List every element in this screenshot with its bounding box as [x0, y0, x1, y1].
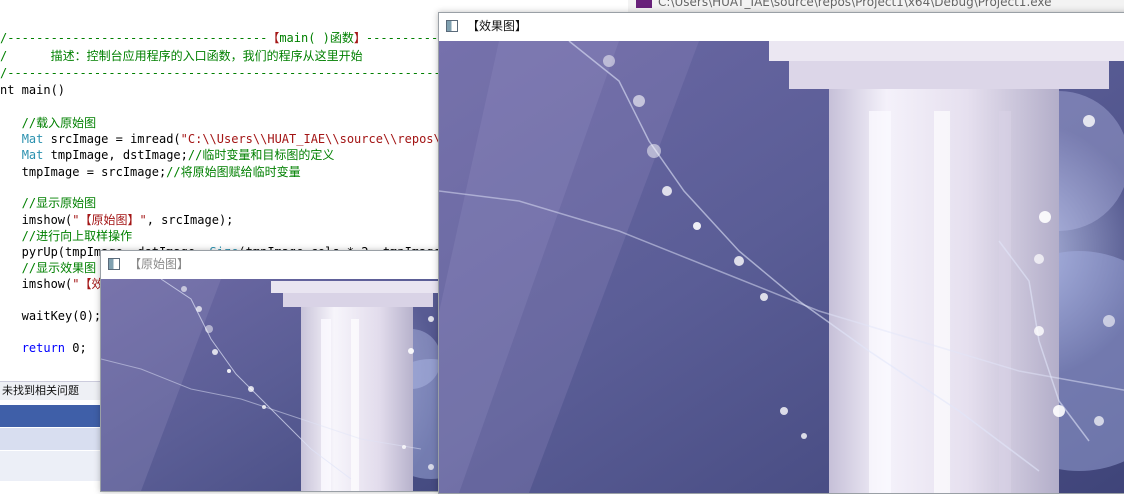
code-token: 0;	[65, 341, 87, 355]
image-canvas	[101, 279, 441, 491]
app-window-icon	[446, 20, 458, 32]
code-token: "【原始图】"	[72, 213, 147, 227]
window-titlebar[interactable]: 【原始图】	[101, 251, 441, 279]
code-line[interactable]: Mat srcImage = imread("C:\\Users\\HUAT_I…	[0, 131, 456, 148]
code-token: return	[21, 341, 66, 355]
code-token: / 描述：控制台应用程序的入口函数，我们的程序从这里开始	[0, 49, 363, 63]
code-token: 【	[267, 31, 280, 45]
upscaled-anime-image	[439, 41, 1124, 493]
code-token: nt main()	[0, 83, 66, 97]
code-line[interactable]: //进行向上取样操作	[0, 228, 132, 245]
code-token: //临时变量和目标图的定义	[187, 148, 335, 162]
error-list-row[interactable]	[0, 451, 110, 481]
code-line[interactable]: nt main()	[0, 82, 65, 99]
error-list-header: 未找到相关问题	[0, 381, 112, 400]
vs-app-icon	[636, 0, 652, 8]
error-list-selected-row[interactable]	[0, 405, 110, 427]
error-list-panel: 未找到相关问题	[0, 375, 112, 483]
code-line[interactable]: waitKey(0);	[0, 308, 101, 325]
code-token: imshow(	[0, 277, 73, 291]
code-token: //载入原始图	[0, 116, 97, 130]
window-title: 【原始图】	[129, 257, 190, 271]
code-line[interactable]: //显示效果图	[0, 260, 96, 277]
code-token: imshow(	[0, 213, 73, 227]
window-titlebar[interactable]: 【效果图】	[439, 13, 1124, 41]
code-token: srcImage = imread(	[43, 132, 181, 146]
code-line[interactable]: Mat tmpImage, dstImage;//临时变量和目标图的定义	[0, 147, 335, 164]
code-token: //进行向上取样操作	[0, 229, 133, 243]
code-token: //显示原始图	[0, 196, 97, 210]
window-title: 【效果图】	[467, 19, 528, 33]
code-token: , srcImage);	[146, 213, 234, 227]
app-window-icon	[108, 258, 120, 270]
code-token: "【效	[72, 277, 104, 291]
code-line[interactable]: tmpImage = srcImage;//将原始图赋给临时变量	[0, 164, 301, 181]
original-anime-image	[101, 279, 441, 491]
code-token: Mat	[21, 132, 44, 146]
code-token: waitKey(0);	[0, 309, 102, 323]
result-image-window[interactable]: 【效果图】	[438, 12, 1124, 494]
original-image-window[interactable]: 【原始图】	[100, 250, 442, 492]
code-token: main( )函数	[279, 31, 354, 45]
code-token: /------------------------------------	[0, 31, 268, 45]
code-line[interactable]: imshow("【效	[0, 276, 104, 293]
code-token: //将原始图赋给临时变量	[166, 165, 301, 179]
code-token: tmpImage = srcImage;	[0, 165, 167, 179]
code-line[interactable]: return 0;	[0, 340, 87, 357]
code-line[interactable]: //载入原始图	[0, 115, 96, 132]
code-token: Mat	[21, 148, 44, 162]
code-line[interactable]: imshow("【原始图】", srcImage);	[0, 212, 234, 229]
code-line[interactable]: / 描述：控制台应用程序的入口函数，我们的程序从这里开始	[0, 48, 363, 65]
image-canvas	[439, 41, 1124, 493]
error-list-row[interactable]	[0, 428, 110, 450]
code-token: //显示效果图	[0, 261, 97, 275]
code-line[interactable]: //显示原始图	[0, 195, 96, 212]
code-token: tmpImage, dstImage;	[43, 148, 188, 162]
code-token: "C:\\Users\\HUAT_IAE\\source\\repos\\P	[180, 132, 456, 146]
console-window-path: C:\Users\HUAT_IAE\source\repos\Project1\…	[658, 0, 1052, 9]
code-token: 】	[353, 31, 366, 45]
